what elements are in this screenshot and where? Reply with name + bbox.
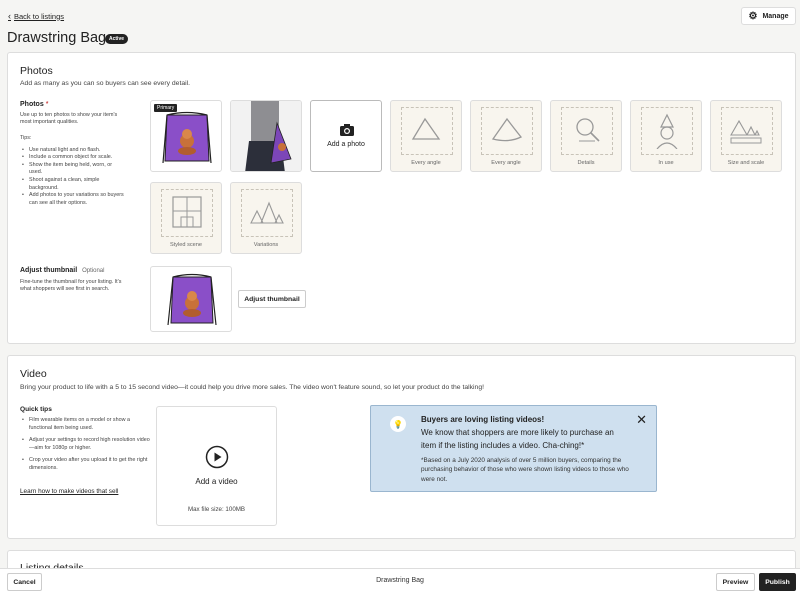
person-bag-photo [231,101,301,171]
bag-thumbnail [167,273,217,326]
magnifier-icon [576,118,600,142]
placeholder-variations[interactable]: Variations [230,182,302,254]
tip-item: Adjust your settings to record high reso… [20,437,150,452]
thumbnail-desc: Fine-tune the thumbnail for your listing… [20,279,122,293]
info-title: Buyers are loving listing videos! [421,415,545,424]
placeholder-styled-scene[interactable]: Styled scene [150,182,222,254]
photos-subtitle: Add as many as you can so buyers can see… [20,80,191,87]
photos-side-title-text: Photos [20,101,44,108]
add-photo-label: Add a photo [327,141,365,148]
tip-item: Shoot against a clean, simple background… [20,177,126,192]
add-photo-button[interactable]: Add a photo [310,100,382,172]
video-tips: Film wearable items on a model or show a… [20,417,150,473]
placeholder-label: Size and scale [727,160,765,166]
play-icon [205,445,229,469]
learn-videos-link[interactable]: Learn how to make videos that sell [20,488,118,495]
placeholder-in-use[interactable]: In use [630,100,702,172]
footer-bar: Cancel Drawstring Bag Preview Publish [0,568,800,594]
page-title: Drawstring Bag [7,30,107,46]
placeholder-label: Details [577,160,595,166]
placeholder-every-angle-2[interactable]: Every angle [470,100,542,172]
video-info-banner: 💡 Buyers are loving listing videos! We k… [370,405,657,492]
add-video-button[interactable]: Add a video Max file size: 100MB [156,406,277,526]
manage-label: Manage [762,12,789,20]
thumbnail-title-text: Adjust thumbnail [20,267,78,274]
top-bar: ‹ Back to listings Drawstring Bag Active… [0,0,800,52]
placeholder-label: Variations [253,242,279,248]
placeholder-label: Every angle [411,160,441,166]
lightbulb-icon: 💡 [390,416,406,432]
tip-item: Show the item being held, worn, or used. [20,162,126,177]
back-link-label: Back to listings [14,11,65,21]
photos-section: Photos Add as many as you can so buyers … [7,52,796,344]
photos-side-desc: Use up to ten photos to show your item's… [20,112,118,126]
photo-slot-2[interactable] [230,100,302,172]
adjust-thumbnail-button[interactable]: Adjust thumbnail [238,290,306,308]
placeholder-size-scale[interactable]: Size and scale [710,100,782,172]
triangle-shape-icon [411,117,441,140]
video-heading: Video [20,368,47,380]
thumbnail-preview [150,266,232,332]
max-file-size: Max file size: 100MB [187,506,246,513]
window-scene-icon [172,196,202,228]
video-subtitle: Bring your product to life with a 5 to 1… [20,384,485,391]
tips-heading: Tips: [20,135,32,141]
tip-item: Use natural light and no flash. [20,147,126,155]
placeholder-label: Styled scene [169,242,203,248]
tip-item: Add photos to your variations so buyers … [20,192,126,207]
optional-label: Optional [82,268,105,274]
placeholder-label: Every angle [491,160,521,166]
preview-button[interactable]: Preview [716,573,755,591]
photos-heading: Photos [20,65,53,77]
back-to-listings-link[interactable]: ‹ Back to listings [8,11,64,21]
thumbnail-title: Adjust thumbnail Optional [20,267,104,274]
tip-item: Film wearable items on a model or show a… [20,417,150,432]
video-section: Video Bring your product to life with a … [7,355,796,539]
photos-side-title: Photos * [20,101,48,108]
chevron-left-icon: ‹ [8,11,11,21]
person-icon [656,113,678,149]
status-badge: Active [105,34,129,44]
footer-title: Drawstring Bag [376,577,424,584]
close-icon[interactable]: ✕ [636,412,647,428]
primary-label: Primary [154,104,178,112]
info-footnote: *Based on a July 2020 analysis of over 5… [421,457,629,483]
manage-button[interactable]: ⚙ Manage [741,7,796,25]
tip-item: Include a common object for scale. [20,154,126,162]
gear-icon: ⚙ [748,10,758,22]
placeholder-details[interactable]: Details [550,100,622,172]
required-mark: * [45,101,49,108]
info-body: We know that shoppers are more likely to… [421,428,614,450]
photo-slot-primary[interactable]: Primary [150,100,222,172]
placeholder-every-angle-1[interactable]: Every angle [390,100,462,172]
variations-icon [250,201,284,224]
photo-tips: Tips: Use natural light and no flash. In… [20,135,126,207]
placeholder-label: In use [658,160,674,166]
tip-item: Crop your video after you upload it to g… [20,457,150,472]
publish-button[interactable]: Publish [759,573,796,591]
camera-icon [340,124,354,136]
add-video-label: Add a video [195,477,238,486]
rounded-triangle-icon [491,117,523,142]
quick-tips-title: Quick tips [20,406,52,413]
ruler-icon [730,119,762,144]
